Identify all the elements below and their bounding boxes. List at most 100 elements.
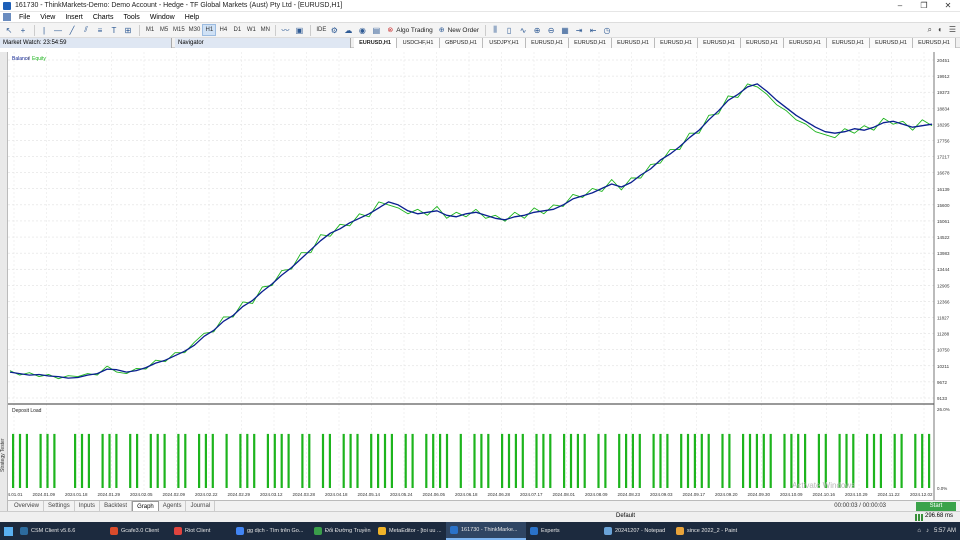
strategy-tester-strip[interactable]: Strategy Tester [0,52,8,512]
timeframe-m15[interactable]: M15 [171,24,187,36]
crosshair-icon[interactable]: + [17,24,29,36]
chart-tab[interactable]: USDCHF,H1 [397,38,440,48]
deposit-load-bar [693,433,696,488]
panel-headers: Market Watch: 23:54:59 Navigator EURUSD,… [0,38,960,48]
maximize-button[interactable]: ❐ [912,0,936,12]
volume-icon[interactable]: ♪ [926,528,929,534]
close-button[interactable]: ✕ [936,0,960,12]
taskbar-app[interactable]: Experts [526,522,600,540]
taskbar-app[interactable]: Riot Client [170,522,232,540]
market-icon[interactable]: ▤ [370,24,382,36]
chart-tab[interactable]: EURUSD,H1 [526,38,569,48]
chart-tab[interactable]: EURUSD,H1 [655,38,698,48]
market-watch-header[interactable]: Market Watch: 23:54:59 [0,38,172,48]
tab-inputs[interactable]: Inputs [75,501,101,511]
timeframe-h4[interactable]: H4 [216,24,230,36]
taskbar-app[interactable]: since 2022_2 - Paint [672,522,742,540]
menu-help[interactable]: Help [180,14,204,21]
templates-icon[interactable]: ▣ [293,24,305,36]
chart-tab[interactable]: EURUSD,H1 [827,38,870,48]
chart-tab[interactable]: EURUSD,H1 [612,38,655,48]
chart-line-icon[interactable]: ∿ [517,24,529,36]
timeframe-m1[interactable]: M1 [143,24,157,36]
taskbar-app[interactable]: 161730 - ThinkMarke... [446,522,526,540]
legend-equity: Equity [32,56,46,62]
menu-file[interactable]: File [14,14,35,21]
periods-icon[interactable]: ◷ [601,24,613,36]
timeframe-w1[interactable]: W1 [244,24,258,36]
grid-icon[interactable]: ▦ [559,24,571,36]
text-tool-icon[interactable]: T [108,24,120,36]
taskbar-app[interactable]: 20241207 - Notepad [600,522,672,540]
deposit-load-bar [377,433,380,488]
chart-tab[interactable]: EURUSD,H1 [741,38,784,48]
menu-charts[interactable]: Charts [88,14,119,21]
new-order-icon: ⊕ [438,27,445,34]
chart-candles-icon[interactable]: ▯ [503,24,515,36]
tester-elapsed-time: 00:00:03 / 00:00:03 [834,503,886,509]
tab-settings[interactable]: Settings [44,501,75,511]
chart-tab[interactable]: USDJPY,H1 [483,38,526,48]
start-button[interactable]: Start [916,502,956,511]
timeframe-m5[interactable]: M5 [157,24,171,36]
taskbar-app[interactable]: MetaEditor - [toi uu ... [374,522,446,540]
chart-tab[interactable]: EURUSD,H1 [784,38,827,48]
tab-journal[interactable]: Journal [186,501,216,511]
tab-overview[interactable]: Overview [10,501,45,511]
zoom-in-icon[interactable]: ⊕ [531,24,543,36]
timeframe-d1[interactable]: D1 [230,24,244,36]
trendline-icon[interactable]: ╱ [66,24,78,36]
search-icon[interactable]: ⌕ [928,25,932,35]
timeframe-mn[interactable]: MN [258,24,272,36]
taskbar-app[interactable]: Gcafe3.0 Client [106,522,170,540]
windows-start-button[interactable] [0,522,16,540]
tab-backtest[interactable]: Backtest [100,501,133,511]
menu-view[interactable]: View [35,14,60,21]
fibonacci-icon[interactable]: ≡ [94,24,106,36]
chart-tab[interactable]: EURUSD,H1 [698,38,741,48]
minimize-button[interactable]: – [888,0,912,12]
deposit-load-bar [666,433,669,488]
signals-icon[interactable]: ◉ [356,24,368,36]
window-title: 161730 - ThinkMarkets-Demo: Demo Account… [15,2,343,9]
tab-graph[interactable]: Graph [132,501,159,511]
deposit-load-bar [742,433,745,488]
taskbar-app[interactable]: CSM Client v5.6.6 [16,522,106,540]
channel-icon[interactable]: ⫽ [80,24,92,36]
zoom-out-icon[interactable]: ⊖ [545,24,557,36]
navigator-header[interactable]: Navigator [175,38,351,48]
clock[interactable]: 5:57 AM [934,528,956,534]
taskbar-app[interactable]: Đổi Đường Truyền [310,522,374,540]
timeframe-m30[interactable]: M30 [187,24,203,36]
alert-icon[interactable]: ◐ [938,25,943,35]
indicators-icon[interactable]: 〰 [279,24,291,36]
chart-tab[interactable]: EURUSD,H1 [913,38,956,48]
horizontal-line-icon[interactable]: — [52,24,64,36]
chart-shift-icon[interactable]: ⇤ [587,24,599,36]
chart-tab[interactable]: EURUSD,H1 [569,38,612,48]
autoscroll-icon[interactable]: ⇥ [573,24,585,36]
chart-tab[interactable]: GBPUSD,H1 [440,38,483,48]
shapes-icon[interactable]: ⊞ [122,24,134,36]
timeframe-h1[interactable]: H1 [202,24,217,36]
vertical-line-icon[interactable]: | [38,24,50,36]
network-icon[interactable]: ⌂ [917,528,921,534]
menu-tools[interactable]: Tools [118,14,144,21]
chart-bars-icon[interactable]: ⫼ [489,24,501,36]
strategy-tester-label: Strategy Tester [0,438,6,472]
algo-trading-button[interactable]: ⊗ Algo Trading [384,24,435,36]
chart-tab[interactable]: EURUSD,H1 [354,38,397,48]
deposit-load-bar [356,433,359,488]
taskbar-app[interactable]: gg dịch - Tìm trên Go... [232,522,310,540]
x-tick-label: 2024.08.23 [618,492,641,497]
new-order-button[interactable]: ⊕ New Order [436,24,482,36]
chart-tab[interactable]: EURUSD,H1 [870,38,913,48]
database-icon[interactable]: ⚙ [328,24,340,36]
ide-button[interactable]: IDE [314,24,328,36]
menu-insert[interactable]: Insert [60,14,88,21]
menu-window[interactable]: Window [145,14,180,21]
settings-icon[interactable]: ☰ [949,25,956,35]
cloud-icon[interactable]: ☁ [342,24,354,36]
tab-agents[interactable]: Agents [159,501,187,511]
cursor-icon[interactable]: ↖ [3,24,15,36]
